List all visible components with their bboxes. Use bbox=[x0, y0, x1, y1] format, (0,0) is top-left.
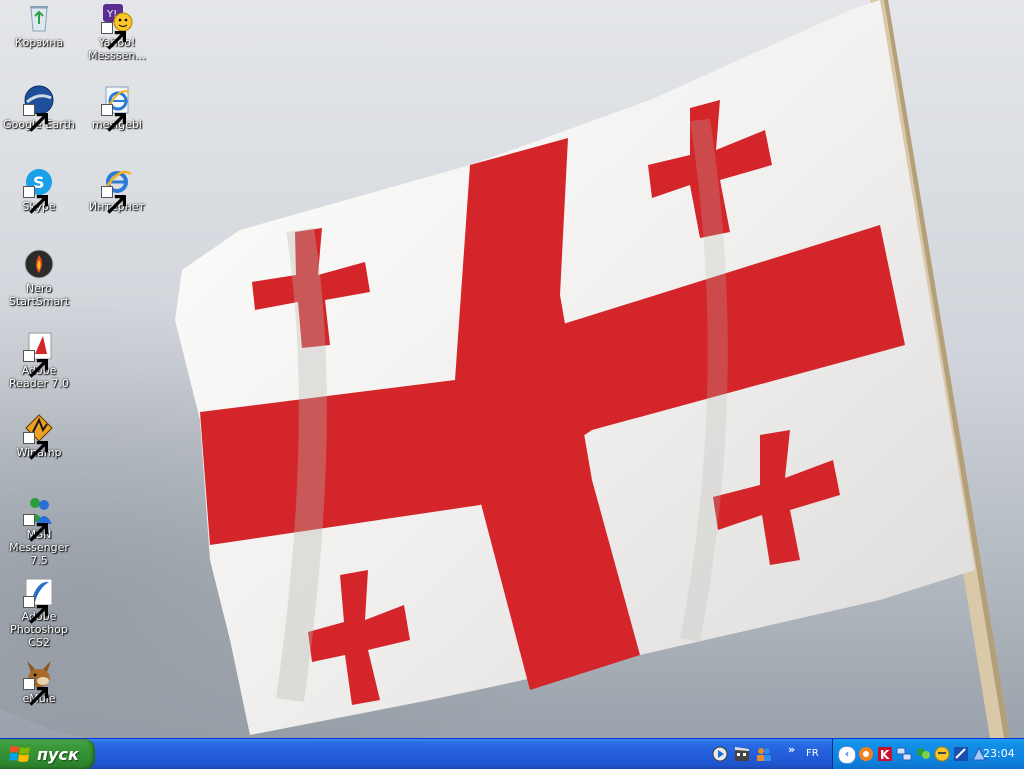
language-indicator[interactable]: FR bbox=[806, 748, 819, 759]
photoshop-icon bbox=[23, 576, 55, 624]
start-label: пуск bbox=[37, 744, 79, 764]
shortcut-arrow-icon bbox=[101, 104, 126, 132]
shortcut-arrow-icon bbox=[23, 678, 48, 706]
svg-text:K: K bbox=[880, 748, 890, 762]
recycle-bin-icon bbox=[23, 2, 55, 34]
shortcut-arrow-icon bbox=[23, 432, 48, 460]
desktop-icon-label: Nero StartSmart bbox=[8, 282, 70, 308]
msn-messenger-icon bbox=[23, 494, 55, 542]
desktop-icon-label: Корзина bbox=[14, 36, 64, 49]
desktop-icon-skype[interactable]: S Skype bbox=[0, 166, 79, 214]
system-tray: ‹ K 23:04 bbox=[832, 739, 1024, 769]
nero-icon bbox=[23, 248, 55, 280]
desktop-icon-winamp[interactable]: Winamp bbox=[0, 412, 79, 460]
shortcut-arrow-icon bbox=[23, 514, 48, 542]
messenger-status-icon[interactable] bbox=[915, 746, 931, 762]
shortcut-arrow-icon bbox=[101, 22, 126, 50]
people-icon[interactable] bbox=[756, 746, 772, 762]
skype-icon: S bbox=[23, 166, 55, 214]
skype-tray-icon[interactable] bbox=[953, 746, 969, 762]
avast-icon[interactable] bbox=[858, 746, 874, 762]
desktop-icon-photoshop[interactable]: Adobe Photoshop CS2 bbox=[0, 576, 79, 649]
desktop: Корзина Y! Yahoo! Messsen... Google Eart… bbox=[0, 0, 1024, 738]
shortcut-arrow-icon bbox=[101, 186, 126, 214]
desktop-icon-adobe-reader[interactable]: Adobe Reader 7.0 bbox=[0, 330, 79, 390]
desktop-icon-mesigebi[interactable]: mesigebi bbox=[77, 84, 157, 132]
desktop-icon-recycle-bin[interactable]: Корзина bbox=[0, 2, 79, 49]
google-earth-icon bbox=[23, 84, 55, 132]
kaspersky-icon[interactable]: K bbox=[877, 746, 893, 762]
adobe-reader-icon bbox=[23, 330, 55, 378]
yahoo-messenger-icon: Y! bbox=[101, 2, 133, 50]
start-button[interactable]: пуск bbox=[0, 739, 95, 769]
desktop-icon-emule[interactable]: eMule bbox=[0, 658, 79, 706]
yahoo-icon[interactable] bbox=[934, 746, 950, 762]
desktop-icon-yahoo-messenger[interactable]: Y! Yahoo! Messsen... bbox=[77, 2, 157, 62]
winamp-icon bbox=[23, 412, 55, 460]
network-icon[interactable] bbox=[896, 746, 912, 762]
taskbar: пуск » FR ‹ K 23:04 bbox=[0, 738, 1024, 769]
shortcut-arrow-icon bbox=[23, 104, 48, 132]
desktop-icon-nero[interactable]: Nero StartSmart bbox=[0, 248, 79, 308]
shortcut-arrow-icon bbox=[23, 596, 48, 624]
desktop-icon-google-earth[interactable]: Google Earth bbox=[0, 84, 79, 132]
tray-expand-button[interactable]: ‹ bbox=[838, 746, 856, 764]
shortcut-arrow-icon bbox=[23, 186, 48, 214]
emule-icon bbox=[23, 658, 55, 706]
desktop-icon-msn-messenger[interactable]: MSN Messenger 7.5 bbox=[0, 494, 79, 567]
internet-explorer-icon bbox=[101, 84, 133, 132]
windows-logo-icon bbox=[9, 746, 30, 762]
desktop-icon-internet[interactable]: Интернет bbox=[77, 166, 157, 214]
shortcut-arrow-icon bbox=[23, 350, 48, 378]
media-player-icon[interactable] bbox=[712, 746, 728, 762]
movie-maker-icon[interactable] bbox=[734, 746, 750, 762]
internet-explorer-icon bbox=[101, 166, 133, 214]
quick-launch-bar bbox=[712, 746, 772, 762]
clock[interactable]: 23:04 bbox=[983, 747, 1015, 760]
quick-launch-chevron[interactable]: » bbox=[788, 743, 795, 756]
